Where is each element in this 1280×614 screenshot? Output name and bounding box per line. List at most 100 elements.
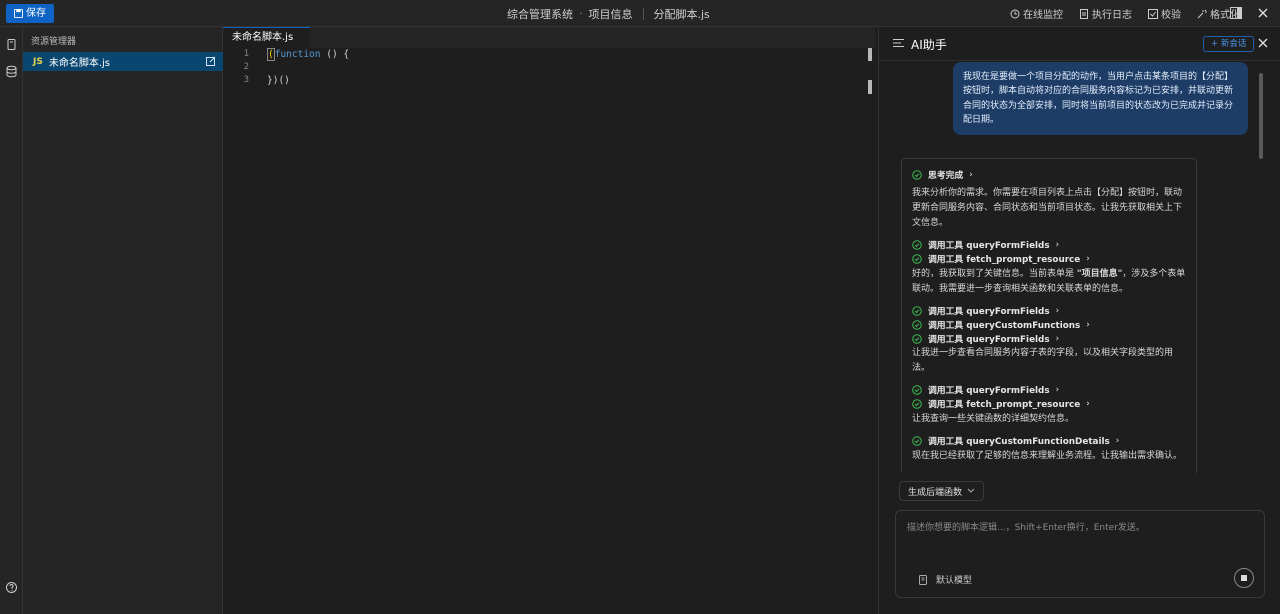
file-name: 未命名脚本.js xyxy=(48,58,111,69)
chat-input[interactable] xyxy=(907,520,1247,560)
floppy-icon xyxy=(14,9,23,18)
breadcrumb-system[interactable]: 综合管理系统 xyxy=(507,6,573,22)
tool-call-row[interactable]: 调用工具 fetch_prompt_resource › xyxy=(912,252,1090,265)
thinking-row[interactable]: 思考完成 › xyxy=(912,168,973,181)
chevron-right-icon: › xyxy=(1115,435,1120,446)
line-number: 2 xyxy=(243,62,249,72)
generate-mode-label: 生成后端函数 xyxy=(908,487,963,498)
chevron-right-icon: › xyxy=(1086,398,1090,409)
model-label: 默认模型 xyxy=(936,576,973,586)
validate-button[interactable]: 校验 xyxy=(1148,6,1181,21)
validate-label: 校验 xyxy=(1161,10,1181,21)
assistant-text: 现在我已经获取了足够的信息来理解业务流程。让我输出需求确认。 xyxy=(912,451,1183,461)
edit-icon[interactable] xyxy=(206,56,216,66)
menu-icon[interactable] xyxy=(893,38,904,48)
tool-call-row[interactable]: 调用工具 fetch_prompt_resource › xyxy=(912,397,1090,410)
user-message: 我现在是要做一个项目分配的动作，当用户点击某条项目的【分配】按钮时，脚本自动将对… xyxy=(953,62,1248,136)
assistant-message: 思考完成 › 我来分析你的需求。你需要在项目列表上点击【分配】按钮时，联动更新合… xyxy=(901,158,1197,473)
files-icon[interactable] xyxy=(5,38,18,51)
explorer-title: 资源管理器 xyxy=(31,37,77,47)
breadcrumb-separator: · xyxy=(579,7,583,20)
check-circle-icon xyxy=(912,169,922,180)
chevron-down-icon xyxy=(967,488,975,493)
line-gutter: 1 2 3 xyxy=(223,48,257,87)
assistant-text: 让我查询一些关键函数的详细契约信息。 xyxy=(912,414,1075,424)
chevron-right-icon: › xyxy=(969,169,973,180)
line-number: 1 xyxy=(243,49,249,59)
new-chat-button[interactable]: + 新会话 xyxy=(1203,36,1255,52)
layout-toggle-icon[interactable] xyxy=(1230,7,1242,19)
model-icon xyxy=(919,574,927,585)
breadcrumb-form[interactable]: 项目信息 xyxy=(589,6,633,22)
chat-scrollbar[interactable] xyxy=(1259,73,1263,159)
code-line-3: })() xyxy=(267,75,290,86)
minimap-indicator xyxy=(868,48,872,61)
check-circle-icon xyxy=(912,319,922,330)
divider xyxy=(642,7,644,20)
editor-tabs: 未命名脚本.js xyxy=(223,27,875,48)
assistant-text: 让我进一步查看合同服务内容子表的字段，以及相关字段类型的用法。 xyxy=(912,348,1174,373)
thinking-label: 思考完成 xyxy=(928,171,964,181)
save-label: 保存 xyxy=(26,8,46,19)
tool-call-label: 调用工具 queryFormFields xyxy=(928,307,1050,317)
tool-call-label: 调用工具 queryFormFields xyxy=(928,241,1050,251)
check-circle-icon xyxy=(912,435,922,446)
chevron-right-icon: › xyxy=(1086,253,1090,264)
line-number: 3 xyxy=(243,75,249,85)
close-icon[interactable] xyxy=(1257,7,1269,19)
model-select[interactable]: 默认模型 xyxy=(918,573,972,586)
close-panel-icon[interactable] xyxy=(1256,36,1270,50)
monitor-button[interactable]: 在线监控 xyxy=(1010,6,1063,21)
ai-title: AI助手 xyxy=(911,38,947,52)
monitor-label: 在线监控 xyxy=(1023,10,1063,21)
database-icon[interactable] xyxy=(5,65,18,78)
code-editor: 未命名脚本.js 1 2 3 (function () { })() xyxy=(223,27,875,614)
code-area[interactable]: (function () { })() xyxy=(267,48,349,87)
file-item[interactable]: JS 未命名脚本.js xyxy=(23,52,223,71)
top-bar: 保存 综合管理系统 · 项目信息 分配脚本.js 在线监控 执行日志 校验 格式… xyxy=(0,0,1280,27)
document-icon xyxy=(1080,8,1088,19)
tool-call-row[interactable]: 调用工具 queryFormFields › xyxy=(912,238,1059,251)
tool-call-label: 调用工具 queryCustomFunctionDetails xyxy=(928,437,1110,447)
tool-call-label: 调用工具 queryFormFields xyxy=(928,386,1050,396)
chat-history[interactable]: 我现在是要做一个项目分配的动作，当用户点击某条项目的【分配】按钮时，脚本自动将对… xyxy=(879,61,1280,473)
breadcrumb: 综合管理系统 · 项目信息 分配脚本.js xyxy=(507,0,710,27)
minimap-indicator xyxy=(868,80,872,94)
check-circle-icon xyxy=(912,253,922,264)
tool-call-label: 调用工具 queryCustomFunctions xyxy=(928,321,1081,331)
js-file-icon: JS xyxy=(33,56,43,67)
script-file-name: 分配脚本.js xyxy=(653,7,710,21)
checkbox-icon xyxy=(1148,8,1158,19)
check-circle-icon xyxy=(912,333,922,344)
assistant-text: 好的，我获取到了关键信息。当前表单是 "项目信息"，涉及多个表单联动。我需要进一… xyxy=(912,269,1186,294)
chevron-right-icon: › xyxy=(1055,305,1060,316)
help-icon[interactable] xyxy=(5,581,18,594)
ai-assistant-panel: AI助手 + 新会话 我现在是要做一个项目分配的动作，当用户点击某条项目的【分配… xyxy=(878,27,1280,614)
stop-generation-button[interactable] xyxy=(1234,568,1254,588)
tool-call-row[interactable]: 调用工具 queryCustomFunctionDetails › xyxy=(912,434,1119,447)
magic-icon xyxy=(1197,9,1207,18)
code-line-1: (function () { xyxy=(267,48,350,61)
tool-call-row[interactable]: 调用工具 queryFormFields › xyxy=(912,332,1059,345)
tool-call-label: 调用工具 queryFormFields xyxy=(928,335,1050,345)
tool-call-row[interactable]: 调用工具 queryFormFields › xyxy=(912,304,1059,317)
toolbar: 在线监控 执行日志 校验 格式化 xyxy=(1010,0,1240,27)
clock-icon xyxy=(1010,9,1020,18)
check-circle-icon xyxy=(912,398,922,409)
tool-call-row[interactable]: 调用工具 queryFormFields › xyxy=(912,383,1059,396)
check-circle-icon xyxy=(912,239,922,250)
generate-mode-select[interactable]: 生成后端函数 xyxy=(899,481,985,501)
log-label: 执行日志 xyxy=(1092,10,1132,21)
chevron-right-icon: › xyxy=(1055,333,1060,344)
chevron-right-icon: › xyxy=(1055,239,1060,250)
log-button[interactable]: 执行日志 xyxy=(1079,6,1132,21)
explorer-panel: 资源管理器 JS 未命名脚本.js xyxy=(23,27,223,614)
tool-call-label: 调用工具 fetch_prompt_resource xyxy=(928,400,1081,410)
assistant-text: 我来分析你的需求。你需要在项目列表上点击【分配】按钮时，联动更新合同服务内容、合… xyxy=(912,188,1183,228)
tab-untitled-script[interactable]: 未命名脚本.js xyxy=(223,27,310,48)
save-button[interactable]: 保存 xyxy=(6,4,54,23)
tool-call-row[interactable]: 调用工具 queryCustomFunctions › xyxy=(912,318,1090,331)
chat-input-box: 默认模型 xyxy=(895,510,1265,598)
check-circle-icon xyxy=(912,305,922,316)
